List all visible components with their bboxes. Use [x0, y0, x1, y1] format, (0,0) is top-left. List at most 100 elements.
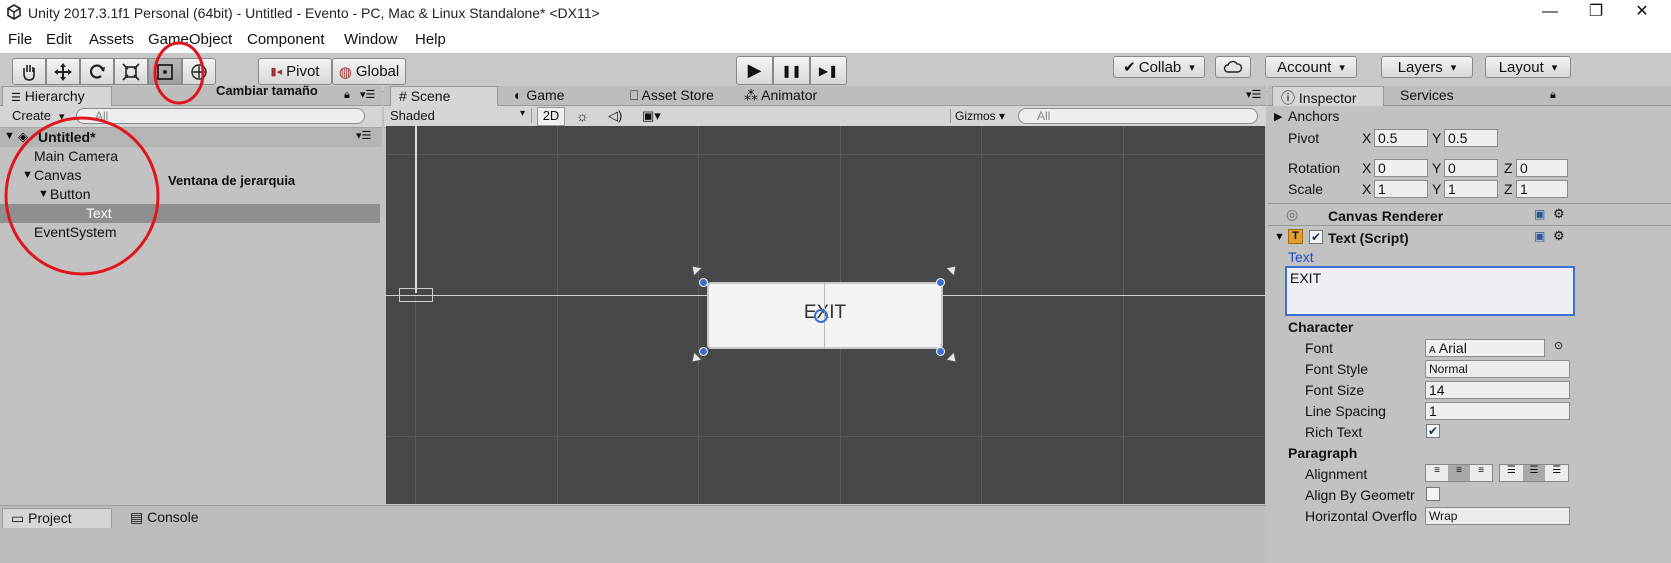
pivot-toggle[interactable]: ▮◂ Pivot — [258, 58, 332, 85]
scene-tabbar: # Scene ◐ Game ⎕ Asset Store ⁂ Animator … — [384, 86, 1266, 106]
scale-x-field[interactable]: 1 — [1374, 180, 1428, 198]
pivot-handle-icon[interactable] — [814, 309, 828, 323]
scene-view[interactable]: EXIT — [386, 126, 1265, 504]
object-picker-icon[interactable]: ⊙ — [1554, 339, 1563, 352]
align-middle-icon[interactable]: ☰ — [1522, 465, 1546, 481]
scene-search-input[interactable]: All — [1018, 108, 1258, 124]
corner-handle[interactable] — [936, 278, 945, 287]
font-style-label: Font Style — [1305, 361, 1369, 377]
text-component-expand-icon[interactable]: ▼ — [1274, 231, 1285, 243]
anchor-triangle-icon[interactable] — [690, 264, 704, 278]
rotate-icon — [89, 63, 105, 79]
rotation-x-label: X — [1362, 160, 1372, 176]
divider — [1268, 225, 1671, 226]
pivot-x-field[interactable]: 0.5 — [1374, 129, 1428, 147]
scale-z-field[interactable]: 1 — [1516, 180, 1568, 198]
tab-animator[interactable]: ⁂ Animator — [736, 86, 825, 106]
scene-tab-label: Scene — [410, 88, 451, 104]
text-component-enabled-checkbox[interactable]: ✔ — [1309, 230, 1323, 244]
scale-y-field[interactable]: 1 — [1444, 180, 1498, 198]
step-button[interactable]: ▶❚ — [810, 56, 847, 85]
layers-dropdown[interactable]: Layers — [1381, 56, 1473, 78]
rotation-z-field[interactable]: 0 — [1516, 159, 1568, 177]
tab-inspector[interactable]: ⓘ Inspector — [1272, 86, 1384, 106]
font-value: Arial — [1438, 340, 1467, 356]
collab-dropdown[interactable]: ✔ Collab — [1113, 56, 1205, 78]
inspector-lock-icon[interactable]: 🔒︎ — [1550, 89, 1556, 102]
audio-toggle-icon[interactable]: ◁) — [608, 108, 622, 124]
restore-button[interactable]: ❐ — [1573, 0, 1619, 26]
align-left-icon[interactable]: ≡ — [1426, 465, 1448, 481]
menu-component[interactable]: Component — [247, 31, 325, 48]
align-geometry-checkbox[interactable] — [1426, 487, 1440, 501]
scene-menu-icon[interactable]: ▾☰ — [356, 129, 371, 142]
tab-hierarchy[interactable]: ☰ Hierarchy — [2, 86, 112, 106]
rotation-x-field[interactable]: 0 — [1374, 159, 1428, 177]
gizmos-dropdown[interactable]: Gizmos ▾ — [950, 109, 1005, 123]
settings-gear-icon[interactable]: ⚙ — [1553, 206, 1565, 222]
menu-edit[interactable]: Edit — [46, 31, 72, 48]
play-button[interactable]: ▶ — [736, 56, 773, 85]
anchor-triangle-icon[interactable] — [944, 264, 958, 278]
pivot-y-field[interactable]: 0.5 — [1444, 129, 1498, 147]
hand-tool-button[interactable] — [12, 58, 46, 85]
rich-text-checkbox[interactable]: ✔ — [1426, 424, 1440, 438]
lock-icon[interactable]: 🔒︎ — [344, 89, 350, 102]
canvas-renderer-header[interactable]: Canvas Renderer — [1328, 208, 1443, 224]
text-content-textarea[interactable]: EXIT — [1285, 266, 1575, 316]
rotation-y-field[interactable]: 0 — [1444, 159, 1498, 177]
anchors-expand-icon[interactable]: ▶ — [1274, 110, 1282, 123]
menu-window[interactable]: Window — [344, 31, 397, 48]
shading-mode-dropdown[interactable]: Shaded ▾ — [390, 108, 532, 123]
tab-asset-store[interactable]: ⎕ Asset Store — [622, 86, 722, 106]
pause-button[interactable]: ❚❚ — [773, 56, 810, 85]
account-dropdown[interactable]: Account — [1265, 56, 1357, 78]
font-style-dropdown[interactable]: Normal — [1425, 360, 1570, 378]
horizontal-overflow-dropdown[interactable]: Wrap — [1425, 507, 1570, 525]
font-size-field[interactable]: 14 — [1425, 381, 1570, 399]
lighting-toggle-icon[interactable]: ☼ — [576, 108, 589, 124]
layout-dropdown[interactable]: Layout — [1485, 56, 1571, 78]
rotate-tool-button[interactable] — [80, 58, 114, 85]
help-book-icon[interactable]: ▣ — [1534, 207, 1545, 221]
vertical-alignment-group: ☰ ☰ ☰ — [1499, 464, 1569, 482]
tab-game[interactable]: ◐ Game — [506, 86, 572, 106]
settings-gear-icon[interactable]: ⚙ — [1553, 228, 1565, 244]
tab-scene[interactable]: # Scene — [390, 86, 498, 106]
menu-file[interactable]: File — [8, 31, 32, 48]
pivot-label: Pivot — [1288, 130, 1320, 146]
align-center-icon[interactable]: ≡ — [1448, 465, 1470, 481]
align-bottom-icon[interactable]: ☰ — [1545, 465, 1568, 481]
anchor-triangle-icon[interactable] — [690, 350, 704, 364]
line-spacing-field[interactable]: 1 — [1425, 402, 1570, 420]
align-right-icon[interactable]: ≡ — [1470, 465, 1492, 481]
scene-panel-menu-icon[interactable]: ▾☰ — [1246, 88, 1261, 101]
animator-tab-label: Animator — [761, 87, 818, 103]
text-component-header[interactable]: Text (Script) — [1328, 230, 1409, 246]
pivot-icon: ▮◂ — [270, 66, 283, 78]
anchors-label[interactable]: Anchors — [1288, 108, 1339, 124]
2d-toggle[interactable]: 2D — [537, 107, 565, 126]
align-top-icon[interactable]: ☰ — [1500, 465, 1523, 481]
menu-assets[interactable]: Assets — [89, 31, 134, 48]
tab-project[interactable]: ▭ Project — [2, 508, 112, 528]
minimize-button[interactable]: — — [1527, 0, 1573, 26]
menu-help[interactable]: Help — [415, 31, 446, 48]
close-button[interactable]: ✕ — [1619, 0, 1665, 26]
cloud-button[interactable] — [1215, 56, 1251, 78]
effects-toggle-icon[interactable]: ▣▾ — [642, 108, 661, 124]
help-book-icon[interactable]: ▣ — [1534, 229, 1545, 243]
align-geometry-label: Align By Geometr — [1305, 487, 1415, 503]
anchor-triangle-icon[interactable] — [944, 350, 958, 364]
panel-menu-icon[interactable]: ▾☰ — [360, 88, 375, 101]
tab-console[interactable]: ▤ Console — [122, 508, 207, 528]
asset-store-tab-label: Asset Store — [641, 87, 714, 103]
corner-handle[interactable] — [699, 278, 708, 287]
font-field[interactable]: A Arial — [1425, 339, 1545, 357]
tab-services[interactable]: Services — [1392, 86, 1462, 106]
hand-icon — [23, 64, 35, 81]
global-toggle[interactable]: ◍ Global — [332, 58, 406, 85]
check-icon: ✔ — [1123, 59, 1136, 76]
scale-tool-button[interactable] — [114, 58, 148, 85]
move-tool-button[interactable] — [46, 58, 80, 85]
